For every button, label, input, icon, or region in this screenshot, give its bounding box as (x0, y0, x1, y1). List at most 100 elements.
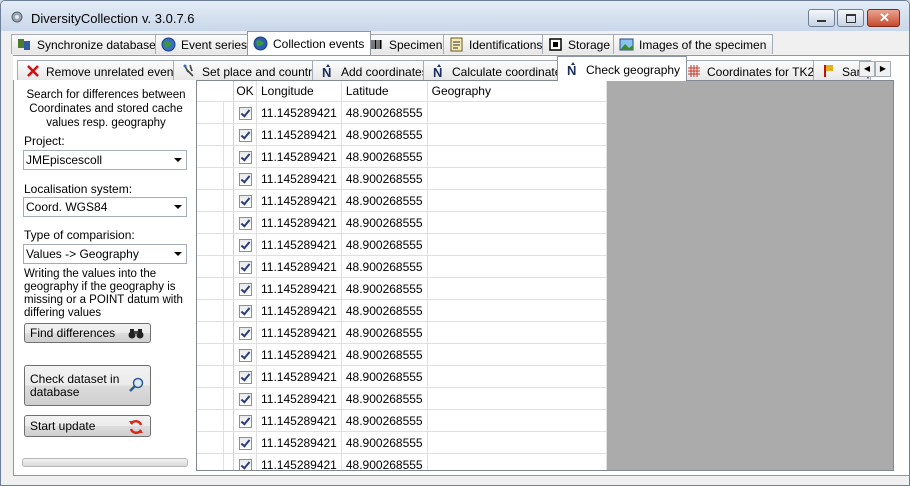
table-row[interactable]: 11.145289421 48.900268555 (197, 277, 607, 300)
geography-cell[interactable] (427, 409, 607, 432)
ok-cell[interactable] (233, 387, 257, 410)
comparison-select[interactable]: Values -> Geography (23, 244, 187, 264)
geography-cell[interactable] (427, 431, 607, 454)
ok-checkbox[interactable] (238, 216, 252, 230)
latitude-cell[interactable]: 48.900268555 (341, 255, 428, 278)
geography-cell[interactable] (427, 145, 607, 168)
ok-cell[interactable] (233, 299, 257, 322)
ok-cell[interactable] (233, 189, 257, 212)
ok-checkbox[interactable] (238, 172, 252, 186)
geography-cell[interactable] (427, 453, 607, 470)
table-row[interactable]: 11.145289421 48.900268555 (197, 321, 607, 344)
row-header[interactable] (197, 299, 234, 322)
tab-images-of-the-specimen[interactable]: Images of the specimen (613, 34, 774, 54)
ok-cell[interactable] (233, 277, 257, 300)
geography-cell[interactable] (427, 189, 607, 212)
find-differences-button[interactable]: Find differences (24, 323, 151, 343)
geography-cell[interactable] (427, 387, 607, 410)
column-header-ok[interactable]: OK (233, 81, 257, 102)
project-select[interactable]: JMEpiscescoll (23, 150, 187, 170)
longitude-cell[interactable]: 11.145289421 (256, 189, 342, 212)
table-row[interactable]: 11.145289421 48.900268555 (197, 409, 607, 432)
row-header[interactable] (197, 321, 234, 344)
row-header[interactable] (197, 409, 234, 432)
check-dataset-button[interactable]: Check dataset in database (24, 365, 151, 406)
ok-checkbox[interactable] (238, 238, 252, 252)
longitude-cell[interactable]: 11.145289421 (256, 277, 342, 300)
geography-cell[interactable] (427, 233, 607, 256)
ok-cell[interactable] (233, 211, 257, 234)
longitude-cell[interactable]: 11.145289421 (256, 343, 342, 366)
latitude-cell[interactable]: 48.900268555 (341, 453, 428, 470)
table-row[interactable]: 11.145289421 48.900268555 (197, 123, 607, 146)
panel-scrollbar[interactable] (22, 458, 188, 467)
longitude-cell[interactable]: 11.145289421 (256, 299, 342, 322)
ok-checkbox[interactable] (238, 414, 252, 428)
ok-cell[interactable] (233, 453, 257, 470)
ok-cell[interactable] (233, 321, 257, 344)
start-update-button[interactable]: Start update (24, 415, 151, 437)
row-header[interactable] (197, 453, 234, 470)
tab-synchronize-databases[interactable]: Synchronize databases (11, 34, 169, 54)
geography-cell[interactable] (427, 299, 607, 322)
longitude-cell[interactable]: 11.145289421 (256, 321, 342, 344)
ok-checkbox[interactable] (238, 282, 252, 296)
longitude-cell[interactable]: 11.145289421 (256, 211, 342, 234)
tab-collection-events[interactable]: Collection events (247, 31, 372, 55)
table-row[interactable]: 11.145289421 48.900268555 (197, 431, 607, 454)
tab-storage[interactable]: Storage (542, 34, 618, 54)
latitude-cell[interactable]: 48.900268555 (341, 145, 428, 168)
longitude-cell[interactable]: 11.145289421 (256, 409, 342, 432)
longitude-cell[interactable]: 11.145289421 (256, 167, 342, 190)
longitude-cell[interactable]: 11.145289421 (256, 255, 342, 278)
table-row[interactable]: 11.145289421 48.900268555 (197, 299, 607, 322)
ok-checkbox[interactable] (238, 392, 252, 406)
latitude-cell[interactable]: 48.900268555 (341, 167, 428, 190)
ok-checkbox[interactable] (238, 194, 252, 208)
ok-cell[interactable] (233, 365, 257, 388)
row-header[interactable] (197, 431, 234, 454)
table-row[interactable]: 11.145289421 48.900268555 (197, 387, 607, 410)
table-row[interactable]: 11.145289421 48.900268555 (197, 365, 607, 388)
row-header[interactable] (197, 255, 234, 278)
ok-cell[interactable] (233, 409, 257, 432)
table-row[interactable]: 11.145289421 48.900268555 (197, 255, 607, 278)
geography-cell[interactable] (427, 167, 607, 190)
geography-cell[interactable] (427, 343, 607, 366)
row-header[interactable] (197, 145, 234, 168)
latitude-cell[interactable]: 48.900268555 (341, 409, 428, 432)
ok-checkbox[interactable] (238, 370, 252, 384)
ok-cell[interactable] (233, 431, 257, 454)
row-header[interactable] (197, 343, 234, 366)
tab-coordinates-for-tk25[interactable]: Coordinates for TK25 (678, 60, 828, 81)
tab-scroll-left-button[interactable]: ◀ (859, 61, 875, 77)
column-header-geography[interactable]: Geography (427, 81, 607, 102)
longitude-cell[interactable]: 11.145289421 (256, 365, 342, 388)
longitude-cell[interactable]: 11.145289421 (256, 431, 342, 454)
ok-checkbox[interactable] (238, 106, 252, 120)
ok-cell[interactable] (233, 167, 257, 190)
table-row[interactable]: 11.145289421 48.900268555 (197, 343, 607, 366)
geography-cell[interactable] (427, 321, 607, 344)
longitude-cell[interactable]: 11.145289421 (256, 387, 342, 410)
close-button[interactable]: ✕ (867, 9, 900, 27)
minimize-button[interactable] (808, 9, 835, 27)
row-header[interactable] (197, 189, 234, 212)
ok-checkbox[interactable] (238, 260, 252, 274)
latitude-cell[interactable]: 48.900268555 (341, 277, 428, 300)
tab-scroll-right-button[interactable]: ▶ (875, 61, 891, 77)
column-header-longitude[interactable]: Longitude (256, 81, 342, 102)
latitude-cell[interactable]: 48.900268555 (341, 211, 428, 234)
maximize-button[interactable] (837, 9, 864, 27)
geography-cell[interactable] (427, 255, 607, 278)
table-row[interactable]: 11.145289421 48.900268555 (197, 145, 607, 168)
ok-checkbox[interactable] (238, 458, 252, 470)
row-header[interactable] (197, 387, 234, 410)
geography-cell[interactable] (427, 101, 607, 124)
localisation-select[interactable]: Coord. WGS84 (23, 197, 187, 217)
latitude-cell[interactable]: 48.900268555 (341, 365, 428, 388)
row-header[interactable] (197, 233, 234, 256)
table-row[interactable]: 11.145289421 48.900268555 (197, 453, 607, 470)
ok-checkbox[interactable] (238, 326, 252, 340)
tab-calculate-coordinates[interactable]: N Calculate coordinates (423, 60, 575, 81)
